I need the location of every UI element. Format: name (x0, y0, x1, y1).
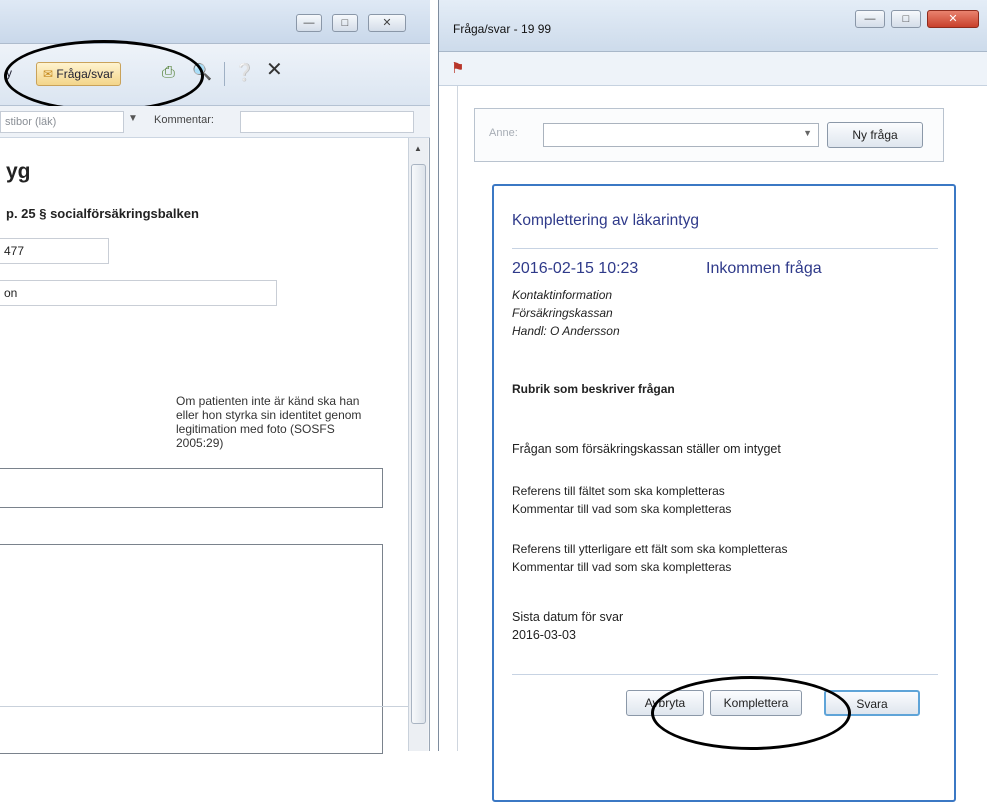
minimize-button[interactable]: — (855, 10, 885, 28)
chevron-down-icon[interactable]: ▼ (803, 128, 812, 138)
contact-line-2: Försäkringskassan (512, 306, 613, 320)
question-datetime: 2016-02-15 10:23 (512, 260, 639, 277)
filter-row: stibor (läk) ▼ Kommentar: (0, 106, 430, 138)
question-text: Frågan som försäkringskassan ställer om … (512, 442, 781, 456)
field-text[interactable]: on (0, 280, 277, 306)
vertical-scrollbar[interactable]: ▲ (408, 138, 428, 751)
fraga-svar-pane: Anne: ▼ Ny fråga Komplettering av läkari… (457, 86, 987, 802)
toolbar-divider (224, 62, 225, 86)
chevron-down-icon[interactable]: ▼ (128, 113, 138, 124)
field-number[interactable]: 477 (0, 238, 109, 264)
kommentar-input[interactable] (240, 111, 414, 133)
page-subtitle: p. 25 § socialförsäkringsbalken (6, 206, 199, 221)
text-area-1[interactable] (0, 468, 383, 508)
annotation-circle-fraga-svar (4, 40, 204, 112)
kommentar-label: Kommentar: (154, 114, 214, 126)
close-button[interactable]: ✕ (368, 14, 406, 32)
annotation-circle-buttons (651, 676, 851, 750)
fraga-svar-titlebar: Fråga/svar - 19 99 — □ ✕ (439, 0, 987, 52)
text-area-2[interactable] (0, 544, 383, 754)
fraga-svar-toolbar: ⚑ (439, 52, 987, 86)
maximize-button[interactable]: □ (332, 14, 358, 32)
main-window: — □ ✕ y ✉ Fråga/svar ⎙ 🔍 ❔ ✕ stibor (läk… (0, 0, 430, 754)
question-heading: Rubrik som beskriver frågan (512, 382, 675, 396)
anne-select[interactable]: ▼ (543, 123, 819, 147)
divider (0, 706, 408, 707)
page-title: yg (6, 160, 31, 183)
ny-fraga-button[interactable]: Ny fråga (827, 122, 923, 148)
certificate-content: yg p. 25 § socialförsäkringsbalken 477 o… (0, 138, 408, 754)
contact-line-3: Handl: O Andersson (512, 324, 620, 338)
close-x-icon[interactable]: ✕ (266, 59, 283, 83)
contact-line-1: Kontaktinformation (512, 288, 613, 302)
fraga-svar-window: Fråga/svar - 19 99 — □ ✕ ⚑ Anne: ▼ Ny fr… (438, 0, 987, 802)
scrollbar-thumb[interactable] (411, 164, 426, 724)
identity-note: Om patienten inte är känd ska han eller … (176, 394, 362, 450)
help-icon[interactable]: ❔ (234, 62, 255, 86)
main-window-titlebar: — □ ✕ (0, 0, 430, 44)
close-button[interactable]: ✕ (927, 10, 979, 28)
scroll-up-icon[interactable]: ▲ (414, 144, 422, 153)
deadline-label: Sista datum för svar (512, 610, 624, 624)
maximize-button[interactable]: □ (891, 10, 921, 28)
question-status: Inkommen fråga (706, 260, 822, 277)
comment-1: Kommentar till vad som ska kompletteras (512, 502, 732, 516)
anne-label: Anne: (489, 127, 518, 139)
reference-2: Referens till ytterligare ett fält som s… (512, 542, 788, 556)
comment-2: Kommentar till vad som ska kompletteras (512, 560, 732, 574)
new-question-bar: Anne: ▼ Ny fråga (474, 108, 944, 162)
deadline-date: 2016-03-03 (512, 628, 576, 642)
minimize-button[interactable]: — (296, 14, 322, 32)
card-divider (512, 248, 938, 249)
window-title: Fråga/svar - 19 99 (453, 22, 552, 36)
reference-1: Referens till fältet som ska komplettera… (512, 484, 725, 498)
app-icon: ⚑ (451, 60, 465, 77)
filter-select[interactable]: stibor (läk) (0, 111, 124, 133)
card-footer-divider (512, 674, 938, 675)
card-title: Komplettering av läkarintyg (512, 212, 699, 229)
